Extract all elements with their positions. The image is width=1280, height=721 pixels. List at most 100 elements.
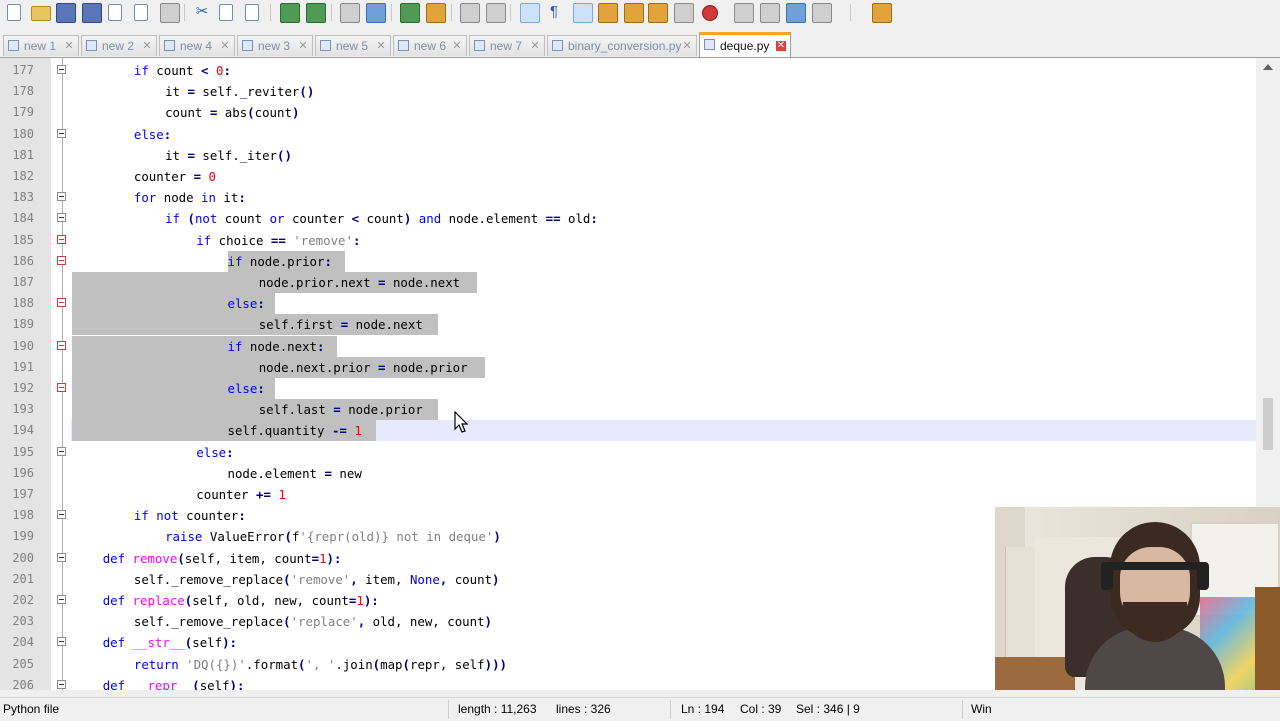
fold-toggle-icon[interactable]	[57, 595, 66, 604]
spellcheck-icon[interactable]	[872, 3, 892, 23]
find-icon[interactable]	[340, 3, 360, 23]
fold-toggle-icon[interactable]	[57, 510, 66, 520]
tab-deque-py[interactable]: deque.py ✕	[699, 32, 791, 57]
code-line[interactable]: 183 for node in it:	[0, 187, 1256, 208]
code-line[interactable]: 185 if choice == 'remove':	[0, 230, 1256, 251]
monitoring-icon[interactable]	[674, 3, 694, 23]
save-icon[interactable]	[56, 3, 76, 23]
copy-icon[interactable]	[219, 4, 233, 21]
language-icon[interactable]	[598, 3, 618, 23]
code-line[interactable]: 190 if node.next:	[0, 335, 1256, 357]
open-file-icon[interactable]	[31, 6, 51, 21]
code-line[interactable]: 178 it = self._reviter()	[0, 81, 1256, 102]
stop-record-icon[interactable]	[734, 3, 754, 23]
code-token: else	[133, 126, 164, 142]
record-macro-icon[interactable]	[702, 5, 718, 21]
code-token: (	[177, 550, 185, 566]
code-line[interactable]: 187 node.prior.next = node.next	[0, 272, 1256, 293]
code-line[interactable]: 189 self.first = node.next	[0, 314, 1256, 336]
tab-new-7[interactable]: new 7 ✕	[469, 35, 545, 56]
code-line[interactable]: 180 else:	[0, 124, 1256, 145]
close-icon[interactable]: ✕	[376, 41, 386, 52]
tab-new-4[interactable]: new 4 ✕	[159, 35, 235, 56]
fold-toggle-icon[interactable]	[57, 65, 66, 74]
code-line[interactable]: 177 if count < 0:	[0, 60, 1256, 81]
code-token: self.	[194, 84, 240, 100]
play-macro-icon[interactable]	[760, 3, 780, 23]
fold-toggle-icon[interactable]	[57, 128, 66, 138]
code-token: ==	[270, 232, 286, 248]
cut-icon[interactable]: ✂	[193, 3, 211, 21]
close-icon[interactable]: ✕	[220, 41, 230, 52]
close-icon[interactable]: ✕	[776, 41, 786, 51]
scrollbar-thumb[interactable]	[1263, 398, 1273, 450]
close-icon[interactable]: ✕	[298, 41, 308, 52]
code-token: abs	[217, 105, 248, 121]
save-macro-icon[interactable]	[812, 3, 832, 23]
code-text: if not counter:	[134, 505, 246, 526]
zoom-out-icon[interactable]	[426, 3, 446, 23]
fold-toggle-icon[interactable]	[57, 383, 66, 392]
close-icon[interactable]: ✕	[64, 41, 74, 52]
close-icon[interactable]: ✕	[682, 41, 692, 52]
sync-horizontal-icon[interactable]	[486, 3, 506, 23]
tab-binary-conversion-py[interactable]: binary_conversion.py ✕	[547, 35, 697, 56]
close-icon[interactable]: ✕	[530, 41, 540, 52]
fold-toggle-icon[interactable]	[57, 340, 66, 350]
fold-toggle-icon[interactable]	[57, 552, 66, 562]
code-token: 'DQ({})'	[186, 656, 246, 672]
code-token: count	[447, 571, 493, 587]
code-line[interactable]: 188 else:	[0, 293, 1256, 315]
code-line[interactable]: 197 counter += 1	[0, 484, 1256, 505]
code-token: or	[269, 211, 285, 227]
code-line[interactable]: 179 count = abs(count)	[0, 102, 1256, 123]
fold-toggle-icon[interactable]	[57, 234, 66, 244]
word-wrap-icon[interactable]	[520, 3, 540, 23]
close-all-icon[interactable]	[134, 4, 148, 21]
sync-vertical-icon[interactable]	[460, 3, 480, 23]
code-text: for node in it:	[134, 187, 246, 208]
tab-new-6[interactable]: new 6 ✕	[393, 35, 467, 56]
show-all-chars-icon[interactable]: ¶	[545, 3, 563, 21]
close-icon[interactable]	[108, 4, 122, 21]
close-icon[interactable]: ✕	[142, 41, 152, 52]
paste-icon[interactable]	[245, 4, 259, 21]
code-line[interactable]: 191 node.next.prior = node.prior	[0, 356, 1256, 378]
indent-guide-icon[interactable]	[573, 3, 593, 23]
code-line[interactable]: 181 it = self._iter()	[0, 145, 1256, 166]
fold-toggle-icon[interactable]	[57, 637, 66, 647]
code-line[interactable]: 184 if (not count or counter < count) and…	[0, 208, 1256, 229]
code-line[interactable]: 182 counter = 0	[0, 166, 1256, 187]
fold-toggle-icon[interactable]	[57, 192, 66, 202]
status-bar: Python file length : 11,263 lines : 326 …	[0, 697, 1280, 721]
redo-icon[interactable]	[306, 3, 326, 23]
folder-as-workspace-icon[interactable]	[648, 3, 668, 23]
undo-icon[interactable]	[280, 3, 300, 23]
code-line[interactable]: 194 self.quantity -= 1	[0, 420, 1256, 442]
fold-toggle-icon[interactable]	[57, 213, 66, 223]
run-macro-multiple-icon[interactable]	[786, 3, 806, 23]
code-line[interactable]: 195 else:	[0, 442, 1256, 463]
zoom-in-icon[interactable]	[400, 3, 420, 23]
close-icon[interactable]: ✕	[452, 41, 462, 52]
new-file-icon[interactable]	[7, 4, 21, 21]
tab-new-5[interactable]: new 5 ✕	[315, 35, 391, 56]
code-line[interactable]: 192 else:	[0, 378, 1256, 399]
fold-toggle-icon[interactable]	[57, 446, 66, 456]
replace-icon[interactable]	[366, 3, 386, 23]
fold-toggle-icon[interactable]	[57, 255, 66, 265]
code-line[interactable]: 186 if node.prior:	[0, 250, 1256, 272]
code-token: 1	[319, 550, 327, 566]
tab-new-3[interactable]: new 3 ✕	[237, 35, 313, 56]
code-line[interactable]: 193 self.last = node.prior	[0, 399, 1256, 421]
tab-new-2[interactable]: new 2 ✕	[81, 35, 157, 56]
tab-new-1[interactable]: new 1 ✕	[3, 35, 79, 56]
code-line[interactable]: 196 node.element = new	[0, 463, 1256, 484]
scroll-up-icon[interactable]	[1263, 64, 1273, 70]
print-icon[interactable]	[160, 3, 180, 23]
fold-toggle-icon[interactable]	[57, 298, 66, 308]
function-list-icon[interactable]	[624, 3, 644, 23]
save-all-icon[interactable]	[82, 3, 102, 23]
code-token: =	[333, 402, 341, 418]
fold-toggle-icon[interactable]	[57, 679, 66, 689]
